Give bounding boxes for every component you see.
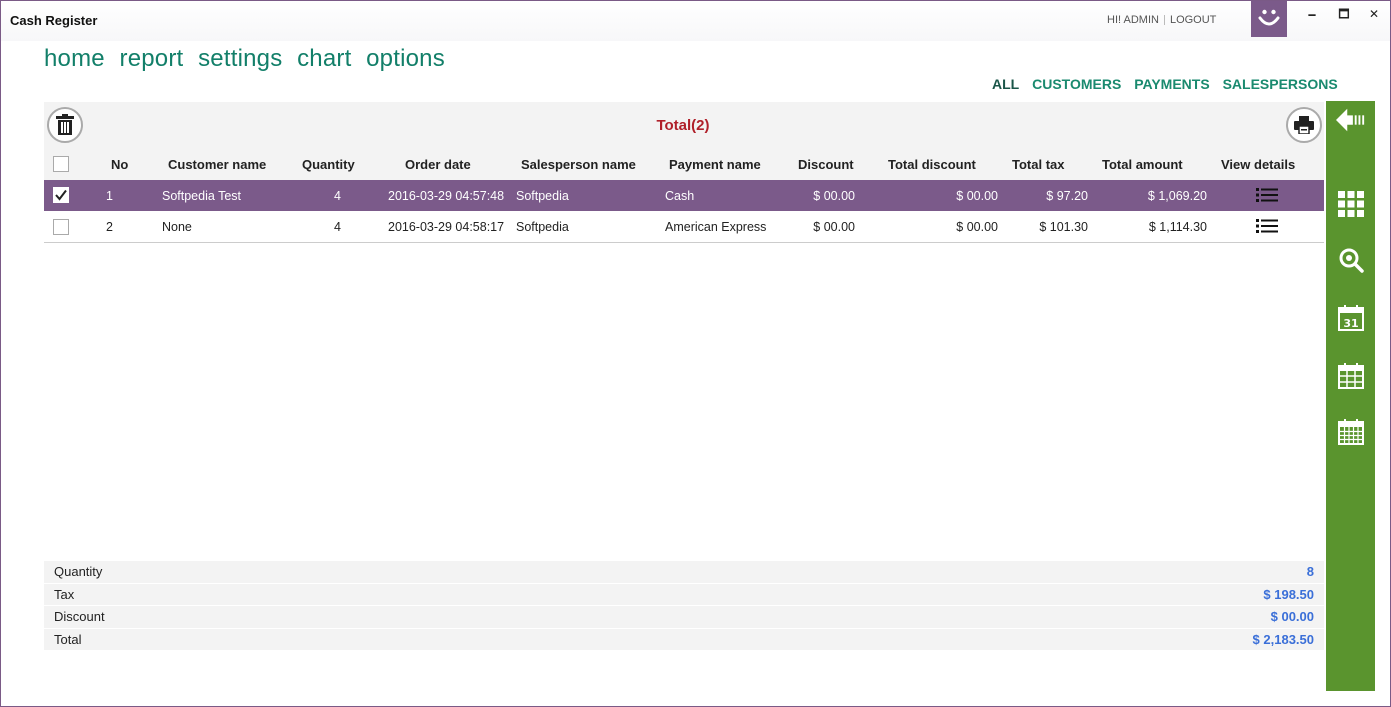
cell-salesperson: Softpedia <box>516 189 569 203</box>
col-no[interactable]: No <box>111 157 128 172</box>
table-row[interactable]: 1 Softpedia Test 4 2016-03-29 04:57:48 S… <box>44 180 1324 211</box>
cell-no: 1 <box>106 189 113 203</box>
cell-total-amount: $ 1,069.20 <box>1147 189 1207 203</box>
search-refresh-icon <box>1339 248 1364 273</box>
search-refresh-button[interactable] <box>1336 245 1366 275</box>
nav-home[interactable]: home <box>44 45 105 73</box>
right-sidebar: 31 <box>1326 101 1375 691</box>
title-bar: Cash Register HI! ADMIN LOGOUT 🗕 🗖 ✕ <box>1 1 1390 41</box>
col-salesperson-name[interactable]: Salesperson name <box>521 157 636 172</box>
summary-value: $ 00.00 <box>1270 609 1314 624</box>
yearly-calendar-button[interactable] <box>1336 417 1366 447</box>
row-checkbox[interactable] <box>53 219 69 235</box>
table-header: No Customer name Quantity Order date Sal… <box>44 148 1324 180</box>
user-greeting: HI! ADMIN <box>1107 14 1159 27</box>
calendar-day-icon: 31 <box>1338 305 1364 331</box>
cell-payment: American Express <box>665 220 767 234</box>
cell-total-discount: $ 00.00 <box>956 189 998 203</box>
filter-payments[interactable]: PAYMENTS <box>1134 76 1209 92</box>
col-quantity[interactable]: Quantity <box>302 157 355 172</box>
cell-salesperson: Softpedia <box>516 220 569 234</box>
col-total-tax[interactable]: Total tax <box>1012 157 1065 172</box>
daily-calendar-button[interactable]: 31 <box>1336 303 1366 333</box>
view-details-list-icon[interactable] <box>1256 187 1278 206</box>
logout-link[interactable]: LOGOUT <box>1170 14 1216 26</box>
filter-all[interactable]: ALL <box>992 76 1019 92</box>
calendar-day-number: 31 <box>1343 317 1358 330</box>
filter-nav: ALL CUSTOMERS PAYMENTS SALESPERSONS <box>992 76 1347 92</box>
monthly-calendar-button[interactable] <box>1336 361 1366 391</box>
summary-label: Quantity <box>54 564 103 579</box>
maximize-button[interactable]: 🗖 <box>1330 5 1358 25</box>
smiley-logo-icon <box>1251 1 1287 37</box>
nav-report[interactable]: report <box>120 45 184 73</box>
cell-total-amount: $ 1,114.30 <box>1148 220 1207 234</box>
printer-icon <box>1294 116 1314 134</box>
close-button[interactable]: ✕ <box>1360 5 1388 25</box>
nav-settings[interactable]: settings <box>198 45 282 73</box>
user-area: HI! ADMIN LOGOUT <box>1107 14 1216 26</box>
cell-discount: $ 00.00 <box>813 189 855 203</box>
table-row[interactable]: 2 None 4 2016-03-29 04:58:17 Softpedia A… <box>44 211 1324 243</box>
summary-panel: Quantity 8 Tax $ 198.50 Discount $ 00.00… <box>44 561 1324 651</box>
orders-panel: Total(2) No Customer name Quantity Order… <box>44 102 1324 243</box>
cell-no: 2 <box>106 220 113 234</box>
summary-row-discount: Discount $ 00.00 <box>44 606 1324 629</box>
orders-toolbar: Total(2) <box>44 102 1324 148</box>
trash-icon <box>56 114 74 135</box>
nav-chart[interactable]: chart <box>297 45 351 73</box>
grid-view-button[interactable] <box>1336 189 1366 219</box>
cell-customer: Softpedia Test <box>162 189 241 203</box>
calendar-month-icon <box>1338 363 1364 389</box>
summary-label: Discount <box>54 609 105 624</box>
summary-value: 8 <box>1306 564 1314 579</box>
col-order-date[interactable]: Order date <box>405 157 471 172</box>
separator <box>1163 15 1165 26</box>
cell-discount: $ 00.00 <box>813 220 855 234</box>
cell-total-discount: $ 00.00 <box>956 220 998 234</box>
summary-row-quantity: Quantity 8 <box>44 561 1324 584</box>
back-arrow-icon <box>1336 108 1365 132</box>
summary-label: Tax <box>54 586 75 602</box>
summary-label: Total <box>54 631 82 647</box>
grid-icon <box>1338 191 1364 217</box>
cell-order-date: 2016-03-29 04:58:17 <box>388 220 505 234</box>
cell-customer: None <box>162 220 192 234</box>
summary-row-total: Total $ 2,183.50 <box>44 628 1324 651</box>
col-discount[interactable]: Discount <box>798 157 854 172</box>
back-button[interactable] <box>1336 105 1366 135</box>
col-payment-name[interactable]: Payment name <box>669 157 761 172</box>
calendar-year-icon <box>1338 419 1364 445</box>
col-customer-name[interactable]: Customer name <box>168 157 266 172</box>
main-nav: home report settings chart options <box>44 45 453 73</box>
delete-button[interactable] <box>47 107 83 143</box>
checkmark-icon <box>55 189 67 201</box>
view-details-list-icon[interactable] <box>1256 218 1278 237</box>
summary-row-tax: Tax $ 198.50 <box>44 583 1324 606</box>
minimize-button[interactable]: 🗕 <box>1298 5 1326 25</box>
cell-total-tax: $ 97.20 <box>1046 189 1088 203</box>
filter-salespersons[interactable]: SALESPERSONS <box>1223 76 1338 92</box>
row-checkbox[interactable] <box>53 187 69 203</box>
cell-quantity: 4 <box>334 189 341 203</box>
col-total-discount[interactable]: Total discount <box>888 157 976 172</box>
col-total-amount[interactable]: Total amount <box>1102 157 1183 172</box>
total-count-label: Total(2) <box>656 117 710 134</box>
filter-customers[interactable]: CUSTOMERS <box>1032 76 1121 92</box>
nav-options[interactable]: options <box>366 45 445 73</box>
cell-total-tax: $ 101.30 <box>1039 220 1088 234</box>
cell-order-date: 2016-03-29 04:57:48 <box>388 189 505 203</box>
print-button[interactable] <box>1286 107 1322 143</box>
select-all-checkbox[interactable] <box>53 156 69 172</box>
summary-value: $ 198.50 <box>1263 586 1314 602</box>
col-view-details[interactable]: View details <box>1221 157 1295 172</box>
summary-value: $ 2,183.50 <box>1252 631 1314 647</box>
cell-quantity: 4 <box>334 220 341 234</box>
app-title: Cash Register <box>10 13 98 28</box>
cell-payment: Cash <box>665 189 695 203</box>
